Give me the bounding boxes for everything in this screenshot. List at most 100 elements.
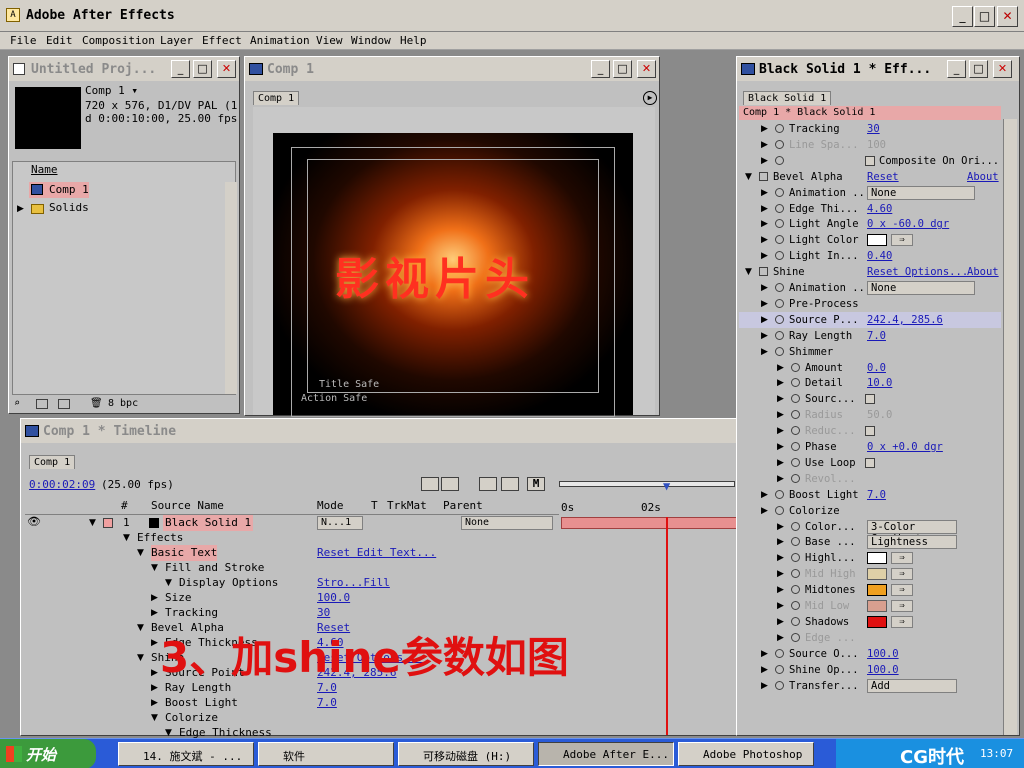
effects-scrollbar[interactable] [1003,119,1017,735]
color-swatch[interactable] [867,615,887,628]
timeline-prop-value[interactable]: 30 [317,605,330,621]
color-swatch[interactable] [867,584,887,597]
effect-dropdown[interactable]: 3-Color Gradient [867,519,957,545]
timeline-prop-value[interactable]: Stro...Fill [317,575,390,591]
timeline-current-time[interactable]: 0:00:02:09 [29,477,95,493]
twirl-icon[interactable]: ▶ [761,299,768,309]
effect-prop-row[interactable]: ▶ Colorize [739,503,1001,519]
effect-dropdown[interactable]: None [867,281,975,295]
twirl-icon[interactable]: ▶ [761,665,768,675]
draft-3d-icon[interactable] [421,477,439,491]
layer-parent-dropdown[interactable]: None [461,516,553,530]
layer-duration-bar[interactable] [561,517,737,529]
effect-prop-row[interactable]: ▶ Amount 0.0 [739,360,1001,376]
twirl-icon[interactable]: ▶ [151,668,158,678]
twirl-icon[interactable]: ▶ [777,410,784,420]
shy-icon[interactable] [441,477,459,491]
effect-prop-row[interactable]: ▶ Detail 10.0 [739,375,1001,391]
maximize-button[interactable]: □ [974,6,995,27]
twirl-icon[interactable]: ▶ [761,219,768,229]
twirl-icon[interactable]: ▶ [761,124,768,134]
col-source[interactable]: Source Name [151,499,224,512]
effects-maximize-button[interactable]: □ [969,60,988,78]
stopwatch-icon[interactable] [775,187,784,197]
twirl-icon[interactable]: ▶ [761,347,768,357]
task-item-4[interactable]: Adobe After E... [538,742,674,766]
effect-prop-row[interactable]: ▶ Shadows ⇒ [739,614,1001,630]
menu-view[interactable]: View [316,34,343,47]
twirl-icon[interactable]: ▼ [151,563,158,573]
timeline-tab[interactable]: Comp 1 [29,455,76,469]
timeline-prop-row[interactable]: ▶ Boost Light 7.0 [25,696,559,711]
timeline-prop-value[interactable]: 100.0 [317,590,350,606]
effect-prop-row[interactable]: ▶ Boost Light 7.0 [739,487,1001,503]
effect-prop-value[interactable]: 0.0 [867,360,886,376]
project-comp-name[interactable]: Comp 1 ▾ [85,83,138,99]
menu-composition[interactable]: Composition [82,34,155,47]
effect-prop-row[interactable]: ▼ Shine Reset Options... About [739,264,1001,280]
comp-canvas[interactable]: 影视片头 Title Safe Action Safe [273,133,633,417]
effect-dropdown[interactable]: Lightness [867,535,957,550]
stopwatch-icon[interactable] [775,664,784,674]
stopwatch-icon[interactable] [775,139,784,149]
timeline-prop-row[interactable]: ▼ Fill and Stroke [25,561,559,576]
new-folder-icon[interactable] [36,399,48,409]
effect-prop-value[interactable]: 50.0 [867,407,892,423]
layer-mode-dropdown[interactable]: N...1 [317,516,363,530]
eyedropper-icon[interactable]: ⇒ [891,615,913,628]
twirl-icon[interactable]: ▼ [137,623,144,633]
project-scrollbar[interactable] [225,182,237,394]
stopwatch-icon[interactable] [775,680,784,690]
twirl-icon[interactable]: ▶ [761,156,768,166]
menu-animation[interactable]: Animation [250,34,310,47]
close-button[interactable]: ✕ [997,6,1018,27]
twirl-icon[interactable]: ▶ [761,251,768,261]
effect-prop-row[interactable]: ▶ Source O... 100.0 [739,646,1001,662]
timeline-prop-row[interactable]: ▼ Display Options Stro...Fill [25,576,559,591]
effect-prop-value[interactable]: 100.0 [867,646,899,662]
twirl-icon[interactable]: ▶ [777,569,784,579]
stopwatch-icon[interactable] [775,298,784,308]
comp-menu-icon[interactable]: ▶ [643,91,657,105]
menu-file[interactable]: File [10,34,37,47]
effect-prop-row[interactable]: ▶ Composite On Ori... [739,153,1001,169]
twirl-icon[interactable]: ▼ [123,533,130,543]
stopwatch-icon[interactable] [775,219,784,229]
stopwatch-icon[interactable] [791,569,800,579]
effect-prop-row[interactable]: ▶ Sourc... [739,391,1001,407]
twirl-icon[interactable]: ▼ [165,578,172,588]
project-minimize-button[interactable]: _ [171,60,190,78]
stopwatch-icon[interactable] [775,203,784,213]
timeline-prop-value[interactable]: Reset Edit Text... [317,545,436,561]
project-close-button[interactable]: ✕ [217,60,236,78]
stopwatch-icon[interactable] [791,521,800,531]
effect-prop-row[interactable]: ▶ Radius 50.0 [739,407,1001,423]
twirl-icon[interactable]: ▶ [761,681,768,691]
layer-color-label[interactable] [103,518,113,528]
twirl-icon[interactable]: ▶ [777,442,784,452]
effect-prop-row[interactable]: ▶ Animation ... None [739,280,1001,296]
stopwatch-icon[interactable] [775,235,784,245]
effect-prop-value[interactable]: 30 [867,121,880,137]
time-ruler[interactable]: 0s 02s ▼ [559,477,737,517]
timeline-prop-row[interactable]: ▶ Size 100.0 [25,591,559,606]
stopwatch-icon[interactable] [775,314,784,324]
effect-prop-row[interactable]: ▶ Phase 0 x +0.0 dgr [739,439,1001,455]
effect-prop-row[interactable]: ▼ Bevel Alpha Reset About [739,169,1001,185]
effect-prop-row[interactable]: ▶ Transfer... Add [739,678,1001,694]
twirl-icon[interactable]: ▶ [777,522,784,532]
effect-prop-row[interactable]: ▶ Midtones ⇒ [739,582,1001,598]
effect-prop-row[interactable]: ▶ Shine Op... 100.0 [739,662,1001,678]
twirl-icon[interactable]: ▶ [151,608,158,618]
timeline-prop-row[interactable]: ▼ Basic Text Reset Edit Text... [25,545,559,561]
effect-prop-value[interactable]: 100.0 [867,662,899,678]
twirl-icon[interactable]: ▼ [137,653,144,663]
frame-blend-icon[interactable] [479,477,497,491]
fx-icon[interactable] [759,267,768,277]
effect-prop-row[interactable]: ▶ Pre-Process [739,296,1001,312]
checkbox[interactable] [865,457,875,468]
twirl-icon[interactable]: ▶ [761,490,768,500]
timeline-prop-row[interactable]: ▼ Effects [25,531,559,546]
twirl-icon[interactable]: ▼ [745,172,752,182]
effect-prop-value[interactable]: 7.0 [867,328,886,344]
